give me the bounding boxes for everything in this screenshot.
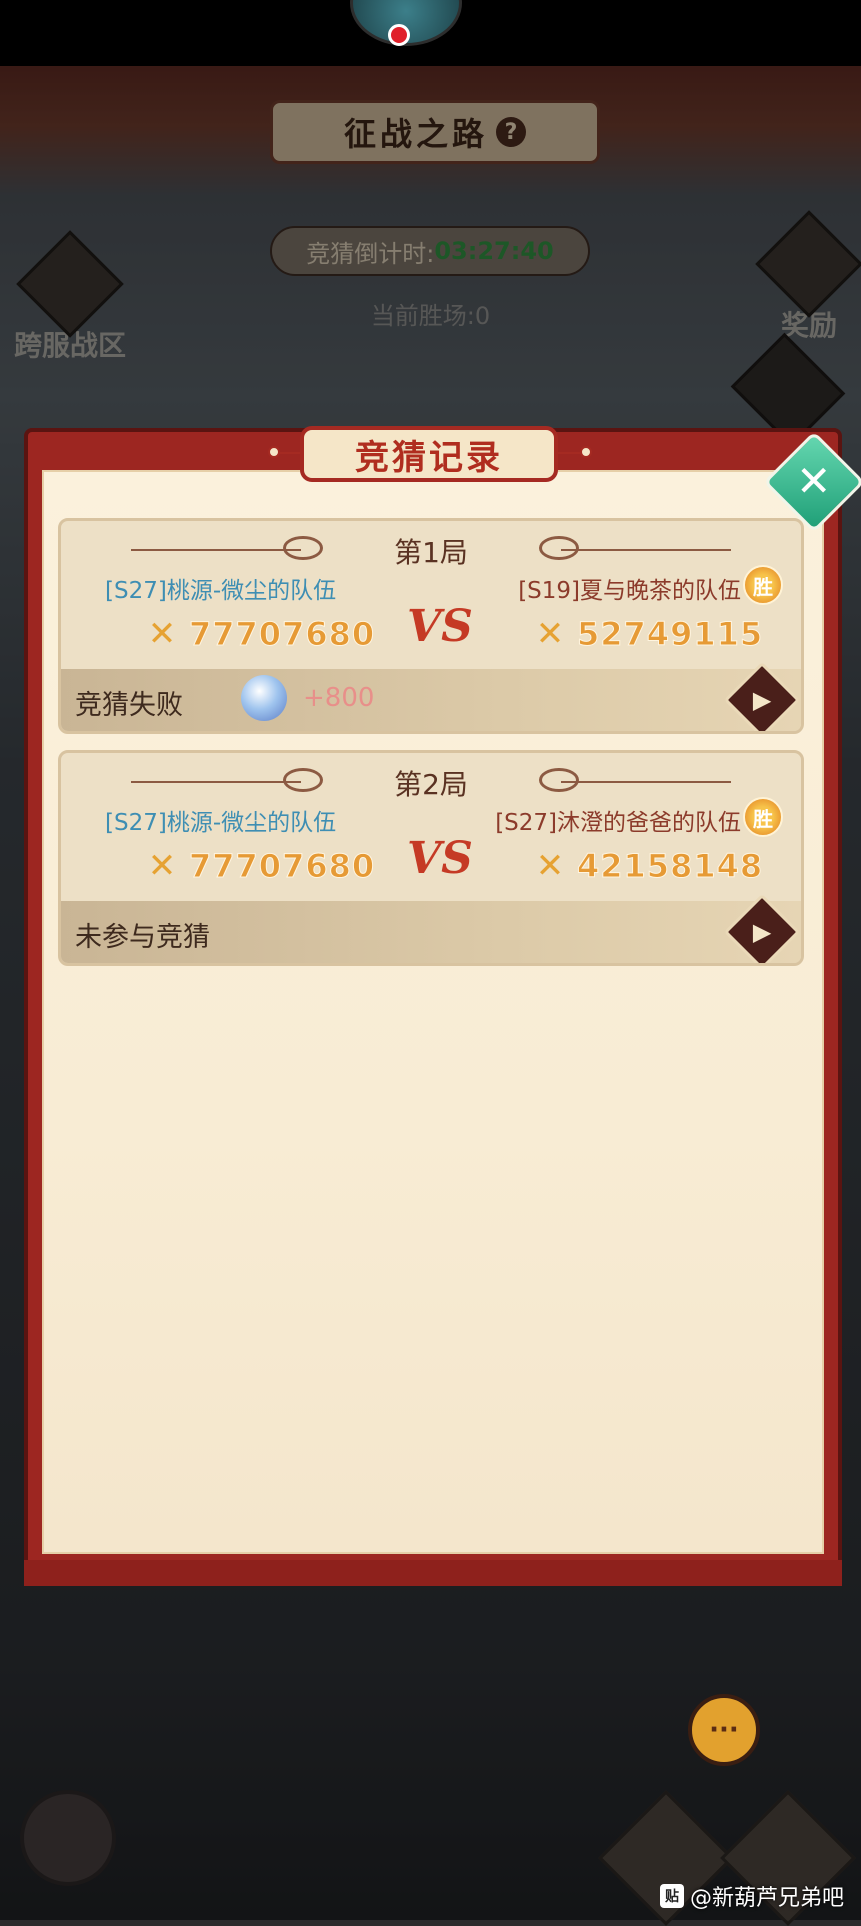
vs-label: VS bbox=[407, 833, 473, 884]
round-title: 第2局 bbox=[394, 768, 468, 801]
home-swirl-icon[interactable] bbox=[20, 1790, 116, 1886]
right-power-value: 42158148 bbox=[576, 847, 764, 886]
crossed-swords-icon: ✕ bbox=[535, 846, 565, 886]
right-power-value: 52749115 bbox=[576, 615, 764, 654]
header-dot-left bbox=[268, 446, 280, 458]
left-power-value: 77707680 bbox=[188, 615, 376, 654]
play-icon: ▶ bbox=[752, 686, 772, 714]
replay-button[interactable]: ▶ bbox=[723, 893, 801, 963]
crossed-swords-icon: ✕ bbox=[147, 846, 177, 886]
right-team-name: [S27]沐澄的爸爸的队伍 bbox=[495, 810, 741, 836]
replay-button[interactable]: ▶ bbox=[723, 661, 801, 731]
tieba-logo-icon: 贴 bbox=[660, 1884, 684, 1908]
dialog-bottom-border bbox=[24, 1560, 842, 1586]
recording-dot-icon bbox=[388, 24, 410, 46]
match-card-1: 第1局 [S27]桃源-微尘的队伍 [S19]夏与晚茶的队伍 胜 ✕ 77707… bbox=[58, 518, 804, 734]
guess-status: 未参与竞猜 bbox=[75, 922, 210, 953]
right-power: ✕ 42158148 bbox=[531, 846, 764, 886]
crossed-swords-icon: ✕ bbox=[147, 614, 177, 654]
guess-status: 竞猜失败 bbox=[75, 690, 183, 721]
crystal-orb-icon bbox=[241, 675, 287, 721]
vs-label: VS bbox=[407, 601, 473, 652]
crossed-swords-icon: ✕ bbox=[535, 614, 565, 654]
left-team-name: [S27]桃源-微尘的队伍 bbox=[105, 578, 337, 604]
right-power: ✕ 52749115 bbox=[531, 614, 764, 654]
match-card-2: 第2局 [S27]桃源-微尘的队伍 [S27]沐澄的爸爸的队伍 胜 ✕ 7770… bbox=[58, 750, 804, 966]
watermark: 贴 @新葫芦兄弟吧 bbox=[660, 1880, 844, 1912]
dialog-title: 竞猜记录 bbox=[300, 426, 558, 482]
close-icon: ✕ bbox=[796, 456, 832, 506]
left-power-value: 77707680 bbox=[188, 847, 376, 886]
chat-bubble-icon: ··· bbox=[709, 1715, 739, 1745]
watermark-text: @新葫芦兄弟吧 bbox=[690, 1886, 845, 1911]
reward-amount: +800 bbox=[303, 683, 375, 713]
status-bar bbox=[0, 0, 861, 66]
result-strip: 竞猜失败 +800 ▶ bbox=[61, 661, 801, 731]
round-title: 第1局 bbox=[394, 536, 468, 569]
result-strip: 未参与竞猜 ▶ bbox=[61, 893, 801, 963]
header-dot-right bbox=[580, 446, 592, 458]
left-power: ✕ 77707680 bbox=[143, 846, 376, 886]
winner-badge: 胜 bbox=[743, 565, 783, 605]
winner-badge: 胜 bbox=[743, 797, 783, 837]
left-team-name: [S27]桃源-微尘的队伍 bbox=[105, 810, 337, 836]
chat-button[interactable]: ··· bbox=[688, 1694, 760, 1766]
left-power: ✕ 77707680 bbox=[143, 614, 376, 654]
dialog-title-text: 竞猜记录 bbox=[355, 437, 503, 478]
play-icon: ▶ bbox=[752, 918, 772, 946]
right-team-name: [S19]夏与晚茶的队伍 bbox=[518, 578, 741, 604]
